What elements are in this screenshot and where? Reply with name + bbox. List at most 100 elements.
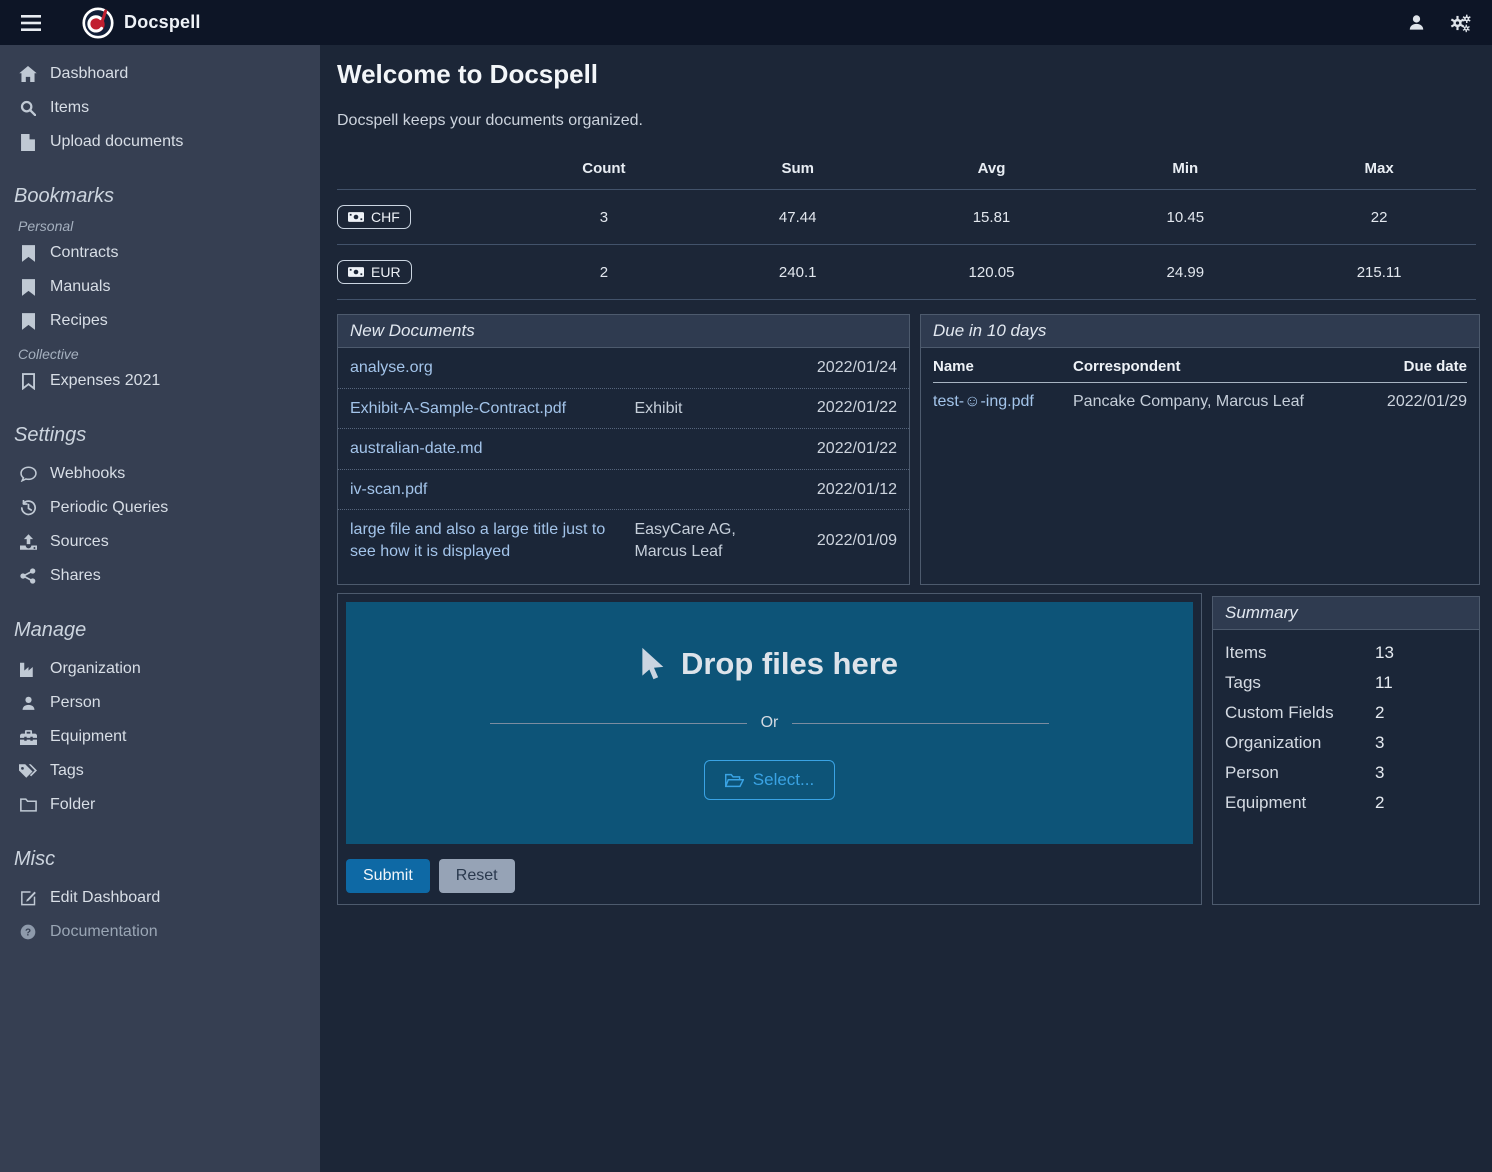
document-name-link[interactable]: australian-date.md [350, 438, 634, 460]
question-circle-icon: ? [18, 924, 38, 940]
sidebar-item-organization[interactable]: Organization [12, 652, 310, 686]
sidebar-item-upload-documents[interactable]: Upload documents [12, 125, 310, 159]
sidebar-item-edit-dashboard[interactable]: Edit Dashboard [12, 881, 310, 915]
bookmark-solid-icon [18, 245, 38, 262]
stats-header-avg: Avg [895, 152, 1089, 189]
document-row[interactable]: analyse.org 2022/01/24 [338, 348, 909, 388]
document-row[interactable]: large file and also a large title just t… [338, 509, 909, 571]
document-row[interactable]: Exhibit-A-Sample-Contract.pdf Exhibit 20… [338, 388, 909, 429]
sidebar-item-label: Shares [50, 567, 101, 585]
document-name-link[interactable]: Exhibit-A-Sample-Contract.pdf [350, 398, 634, 420]
menu-toggle-button[interactable] [14, 6, 48, 40]
settings-menu-button[interactable] [1442, 6, 1478, 40]
stats-row-chf: CHF 3 47.44 15.81 10.45 22 [337, 189, 1476, 244]
sidebar-item-label: Tags [50, 762, 84, 780]
summary-row-equipment: Equipment 2 [1213, 788, 1479, 818]
sidebar-item-bookmark-contracts[interactable]: Contracts [12, 236, 310, 270]
stats-chf-avg: 15.81 [895, 200, 1089, 235]
stats-header-sum: Sum [701, 152, 895, 189]
document-name-link[interactable]: analyse.org [350, 357, 634, 379]
sidebar-item-dashboard[interactable]: Dasbhoard [12, 57, 310, 91]
page-title: Welcome to Docspell [337, 59, 1486, 90]
due-document-name-link[interactable]: test-☺-ing.pdf [933, 393, 1073, 411]
sidebar-item-webhooks[interactable]: Webhooks [12, 457, 310, 491]
sidebar-item-documentation[interactable]: ? Documentation [12, 915, 310, 949]
stats-row-eur: EUR 2 240.1 120.05 24.99 215.11 [337, 244, 1476, 300]
document-date: 2022/01/09 [782, 532, 897, 550]
sidebar-heading-manage: Manage [12, 619, 310, 642]
due-row[interactable]: test-☺-ing.pdf Pancake Company, Marcus L… [933, 383, 1467, 421]
person-icon [18, 695, 38, 711]
document-row[interactable]: australian-date.md 2022/01/22 [338, 428, 909, 469]
bookmark-solid-icon [18, 313, 38, 330]
sidebar-item-folder[interactable]: Folder [12, 788, 310, 822]
due-header-name: Name [933, 358, 1073, 375]
sidebar-heading-settings: Settings [12, 424, 310, 447]
sidebar-item-label: Dasbhoard [50, 65, 128, 83]
industry-icon [18, 662, 38, 677]
sidebar-item-bookmark-recipes[interactable]: Recipes [12, 304, 310, 338]
money-bill-icon [348, 212, 364, 222]
sidebar-item-tags[interactable]: Tags [12, 754, 310, 788]
sidebar-subheading-personal: Personal [18, 218, 310, 234]
sidebar-heading-misc: Misc [12, 848, 310, 871]
search-icon [18, 100, 38, 116]
document-name-link[interactable]: large file and also a large title just t… [350, 519, 634, 562]
edit-icon [18, 890, 38, 906]
due-header-due-date: Due date [1347, 358, 1467, 375]
folder-icon [18, 798, 38, 812]
sidebar-item-label: Expenses 2021 [50, 372, 160, 390]
document-date: 2022/01/22 [782, 440, 897, 458]
sidebar-item-label: Sources [50, 533, 109, 551]
due-document-date: 2022/01/29 [1347, 393, 1467, 411]
page-subtitle: Docspell keeps your documents organized. [337, 112, 1486, 130]
document-row[interactable]: iv-scan.pdf 2022/01/12 [338, 469, 909, 510]
document-date: 2022/01/24 [782, 359, 897, 377]
sidebar-item-person[interactable]: Person [12, 686, 310, 720]
folder-open-icon [725, 773, 744, 788]
sidebar-item-periodic-queries[interactable]: Periodic Queries [12, 491, 310, 525]
reset-button[interactable]: Reset [439, 859, 515, 893]
svg-text:?: ? [25, 927, 31, 938]
stats-header-count: Count [507, 152, 701, 189]
sidebar-item-equipment[interactable]: Equipment [12, 720, 310, 754]
summary-row-items: Items 13 [1213, 638, 1479, 668]
sidebar-item-shares[interactable]: Shares [12, 559, 310, 593]
sidebar-item-label: Edit Dashboard [50, 889, 160, 907]
due-in-10-days-panel: Due in 10 days Name Correspondent Due da… [920, 314, 1480, 585]
document-correspondent: Exhibit [634, 398, 782, 420]
stats-eur-avg: 120.05 [895, 255, 1089, 290]
share-icon [18, 568, 38, 584]
upload-actions: Submit Reset [346, 859, 1193, 901]
sidebar-item-label: Upload documents [50, 133, 183, 151]
summary-row-organization: Organization 3 [1213, 728, 1479, 758]
document-name-link[interactable]: iv-scan.pdf [350, 479, 634, 501]
stats-header-max: Max [1282, 152, 1476, 189]
main-content: Welcome to Docspell Docspell keeps your … [320, 45, 1492, 1172]
sidebar-item-label: Contracts [50, 244, 118, 262]
home-icon [18, 66, 38, 82]
submit-button[interactable]: Submit [346, 859, 430, 893]
or-label: Or [761, 714, 779, 732]
top-navbar: Docspell [0, 0, 1492, 45]
stats-header-row: Count Sum Avg Min Max [337, 152, 1476, 189]
sidebar-item-label: Recipes [50, 312, 108, 330]
currency-badge-label: CHF [371, 209, 400, 225]
document-date: 2022/01/22 [782, 399, 897, 417]
toolbox-icon [18, 730, 38, 745]
stats-header-min: Min [1088, 152, 1282, 189]
sidebar-item-bookmark-manuals[interactable]: Manuals [12, 270, 310, 304]
sidebar-item-items[interactable]: Items [12, 91, 310, 125]
user-menu-button[interactable] [1398, 6, 1434, 40]
sidebar-item-sources[interactable]: Sources [12, 525, 310, 559]
new-documents-panel: New Documents analyse.org 2022/01/24 Exh… [337, 314, 910, 585]
docspell-logo-icon[interactable] [82, 7, 114, 39]
document-date: 2022/01/12 [782, 481, 897, 499]
file-dropzone[interactable]: Drop files here Or Select... [346, 602, 1193, 844]
stats-chf-sum: 47.44 [701, 200, 895, 235]
select-files-button[interactable]: Select... [704, 760, 835, 800]
sidebar-item-label: Webhooks [50, 465, 125, 483]
sidebar-item-bookmark-expenses-2021[interactable]: Expenses 2021 [12, 364, 310, 398]
history-icon [18, 500, 38, 516]
stats-header-empty [337, 161, 507, 181]
